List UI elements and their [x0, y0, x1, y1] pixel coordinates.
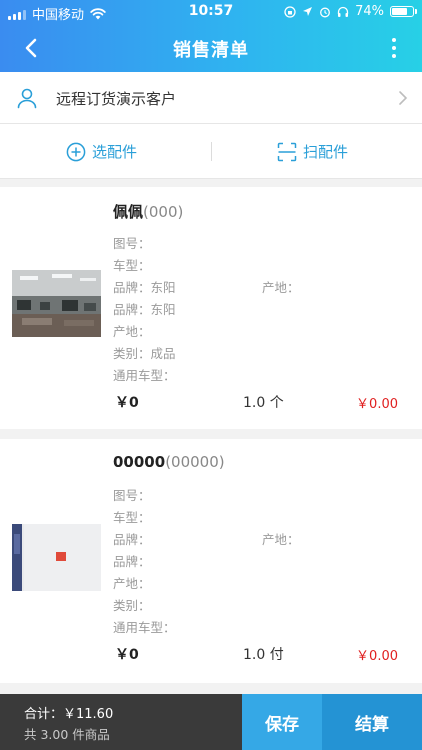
attr-brand: 品牌：	[113, 532, 151, 547]
item-count: 共 3.00 件商品	[24, 727, 110, 742]
attr-origin: 产地：	[262, 280, 300, 295]
product-card[interactable]: 00000(00000) 图号： 车型： 品牌： 产地： 品牌： 产地： 类别：…	[0, 439, 422, 683]
customer-row[interactable]: 远程订货演示客户	[0, 72, 422, 124]
product-name: 佩佩	[113, 203, 144, 221]
more-menu-icon[interactable]	[388, 36, 400, 60]
status-right: 74%	[284, 4, 417, 19]
attr-category: 类别：	[113, 598, 151, 613]
product-name: 00000	[113, 453, 166, 471]
location-icon	[303, 7, 313, 16]
scan-icon	[277, 142, 297, 161]
action-bar: 选配件 扫配件	[0, 124, 422, 179]
product-image	[12, 270, 101, 337]
product-code: (00000)	[165, 453, 225, 471]
attr-brand: 品牌：	[113, 554, 151, 569]
select-parts-button[interactable]: 选配件	[66, 124, 137, 179]
bottom-bar: 合计：￥11.60 共 3.00 件商品 保存 结算	[0, 694, 422, 750]
product-image	[12, 524, 101, 591]
customer-name: 远程订货演示客户	[56, 90, 177, 108]
attr-part-no: 图号：	[113, 236, 151, 251]
product-card[interactable]: 佩佩(000) 图号： 车型： 品牌：东阳 产地： 品牌：东阳 产地： 类别：成…	[0, 187, 422, 429]
product-quantity[interactable]: 1.0 个	[243, 392, 284, 412]
status-bar: 中国移动 10:57 74%	[0, 0, 422, 24]
attr-vehicle-model: 车型：	[113, 258, 151, 273]
product-price: ￥0	[115, 395, 139, 411]
product-subtotal: ￥0.00	[356, 649, 398, 664]
battery-icon	[390, 6, 417, 17]
attr-vehicle-model: 车型：	[113, 510, 151, 525]
product-code: (000)	[143, 203, 184, 221]
checkout-button[interactable]: 结算	[322, 694, 422, 750]
product-title: 00000(00000)	[113, 453, 225, 471]
battery-percent: 74%	[355, 4, 384, 19]
select-parts-label: 选配件	[92, 143, 138, 161]
page-title: 销售清单	[173, 40, 249, 61]
product-title: 佩佩(000)	[113, 201, 183, 222]
screen-lock-icon	[284, 5, 296, 18]
add-circle-icon	[66, 142, 86, 161]
action-divider	[211, 142, 212, 161]
attr-origin: 产地：	[113, 324, 151, 339]
product-quantity[interactable]: 1.0 付	[243, 644, 284, 664]
headphones-icon	[337, 6, 349, 17]
user-icon	[17, 88, 37, 109]
attr-universal-model: 通用车型：	[113, 368, 176, 383]
alarm-icon	[320, 7, 331, 17]
save-button[interactable]: 保存	[242, 694, 322, 750]
chevron-right-icon	[399, 91, 408, 105]
app-header: 中国移动 10:57 74% 销售清单	[0, 0, 422, 72]
attr-category: 类别：成品	[113, 346, 176, 361]
attr-brand: 品牌：东阳	[113, 302, 176, 317]
battery-fill	[392, 8, 407, 15]
attr-part-no: 图号：	[113, 488, 151, 503]
attr-origin: 产地：	[262, 532, 300, 547]
scan-parts-label: 扫配件	[303, 143, 349, 161]
product-price: ￥0	[115, 647, 139, 663]
attr-universal-model: 通用车型：	[113, 620, 176, 635]
attr-brand: 品牌：东阳	[113, 280, 176, 295]
product-subtotal: ￥0.00	[356, 397, 398, 412]
total-amount: 合计：￥11.60	[24, 707, 114, 722]
attr-origin: 产地：	[113, 576, 151, 591]
nav-bar: 销售清单	[0, 24, 422, 72]
scan-parts-button[interactable]: 扫配件	[277, 124, 348, 179]
